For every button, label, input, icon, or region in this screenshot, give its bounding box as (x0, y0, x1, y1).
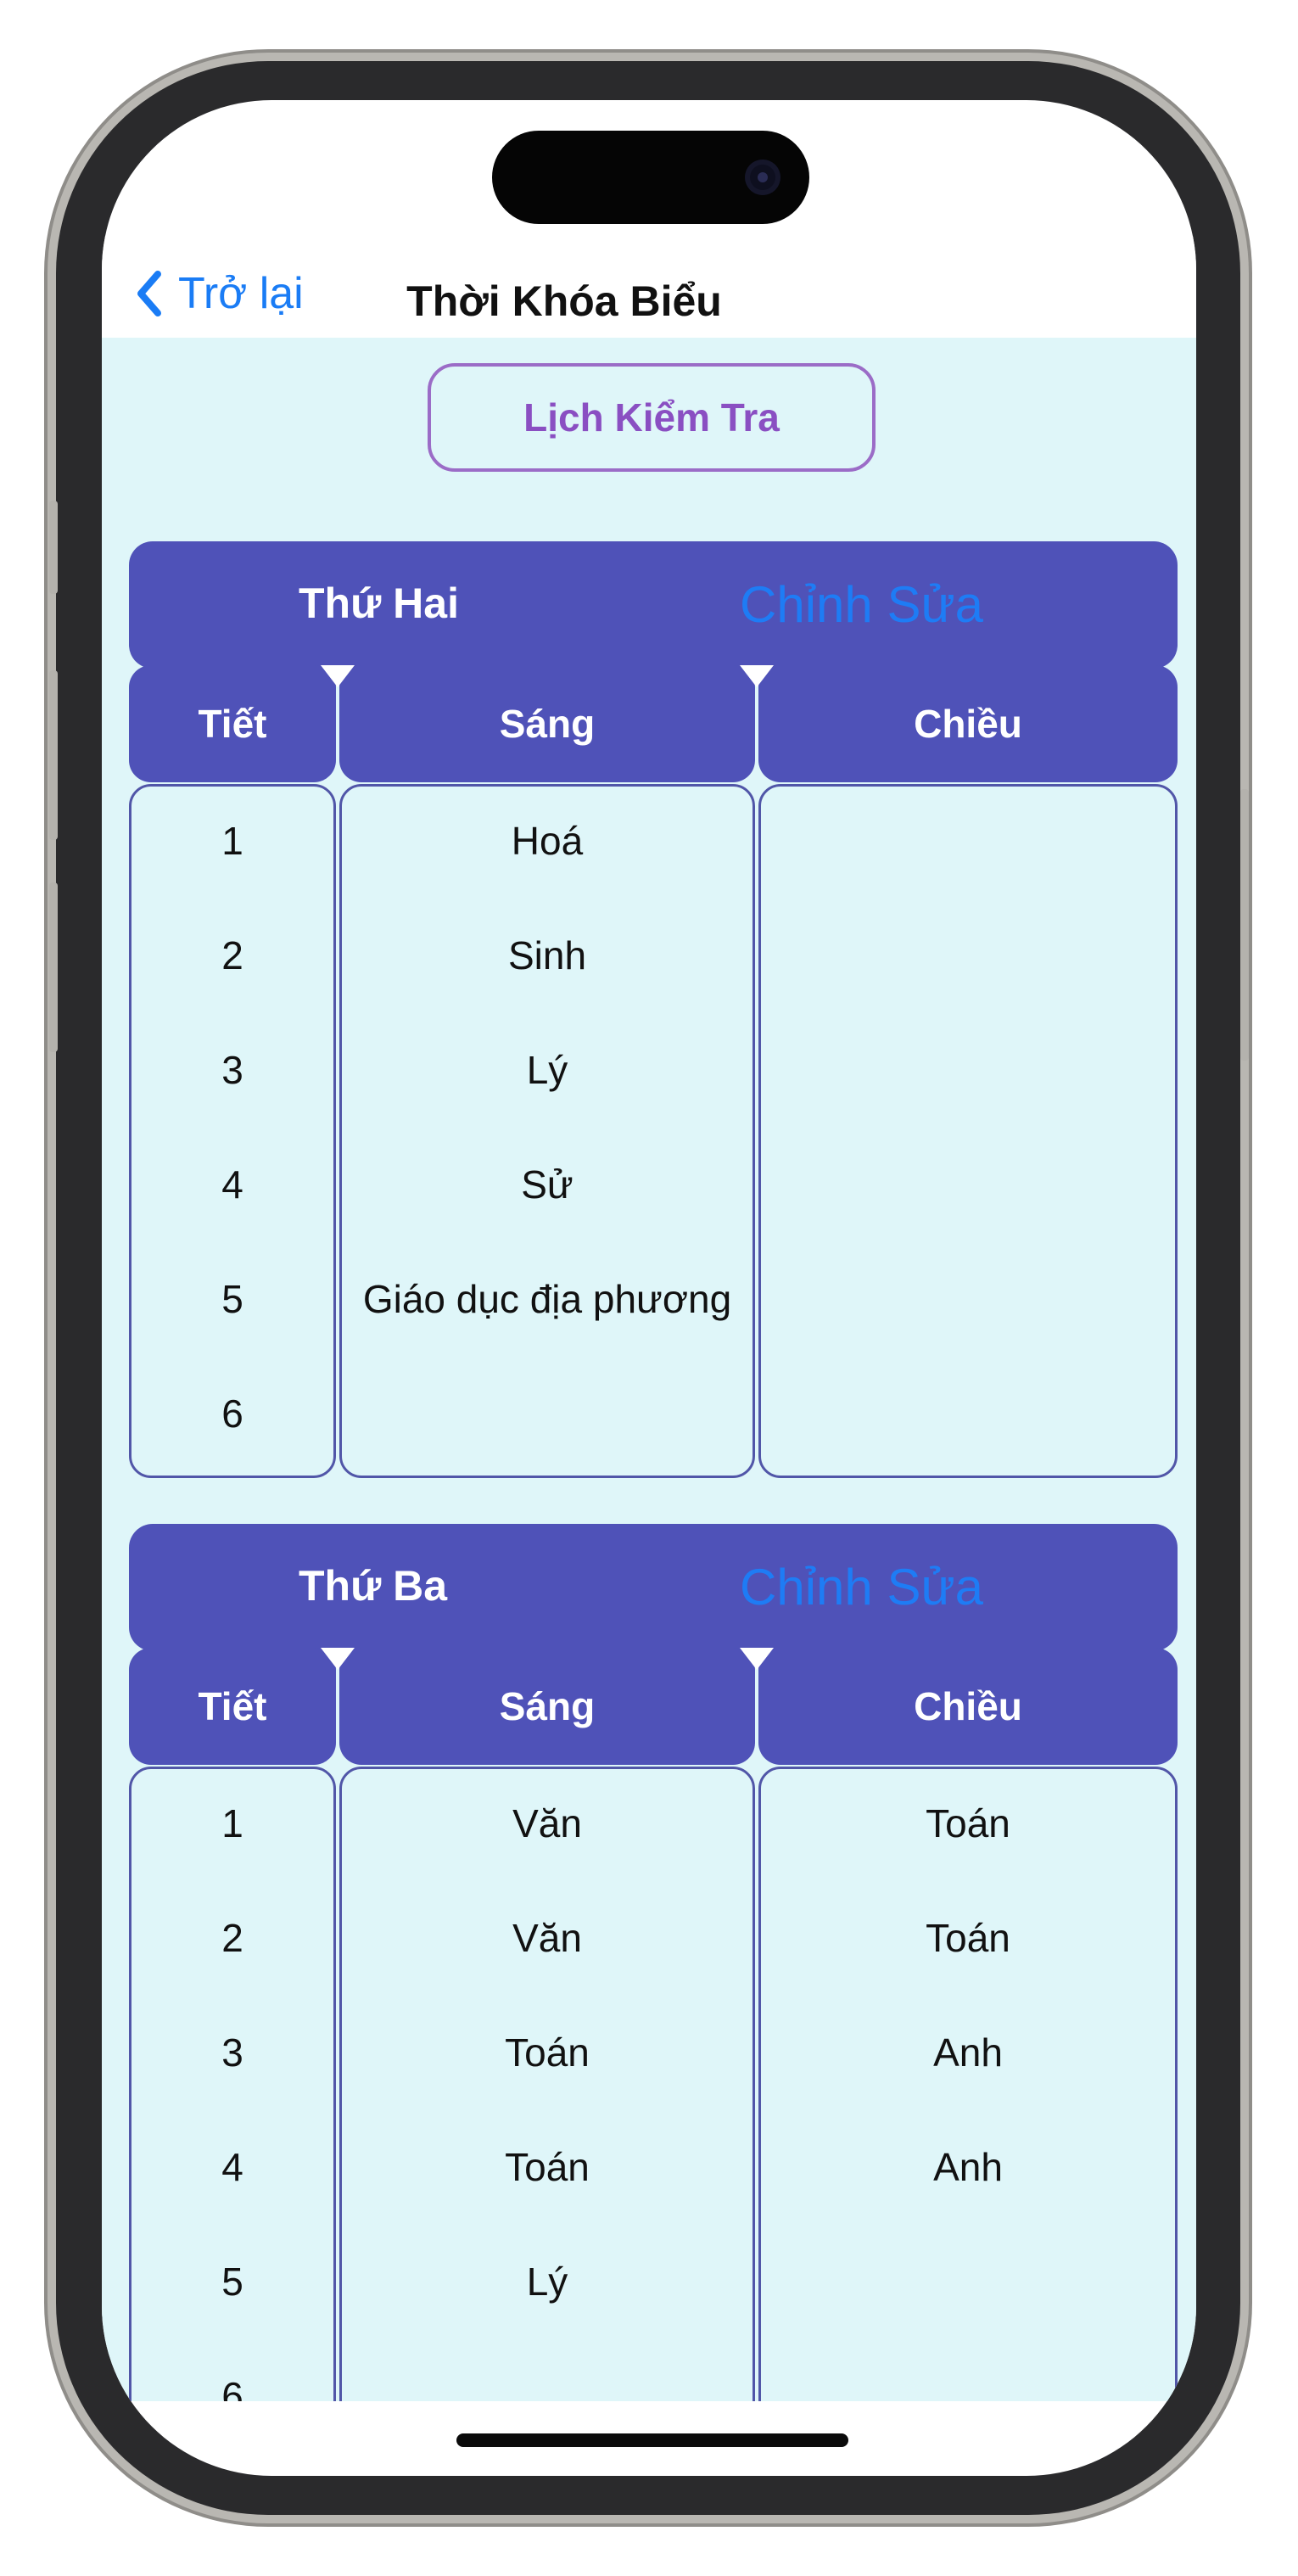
timetable-cell: 2 (221, 1916, 243, 1960)
column-body-period: 1 2 3 4 5 6 (129, 784, 336, 1478)
timetable-cell: Văn (512, 1916, 582, 1960)
camera-icon (745, 160, 780, 195)
timetable-cell: Văn (512, 1801, 582, 1845)
timetable-cell: 6 (221, 1392, 243, 1436)
column-header-morning: Sáng (339, 1648, 755, 1765)
timetable-cell: Lý (526, 1048, 568, 1092)
timetable-cell: 5 (221, 1277, 243, 1321)
timetable-cell: 3 (221, 2030, 243, 2075)
phone-screen: Trở lại Thời Khóa Biểu Lịch Kiểm Tra Thứ… (102, 100, 1196, 2476)
page-title: Thời Khóa Biểu (406, 277, 722, 325)
column-body-period: 1 2 3 4 5 6 (129, 1767, 336, 2401)
column-body-afternoon (758, 784, 1178, 1478)
timetable-cell: 1 (221, 819, 243, 863)
day-name: Thứ Ba (299, 1562, 448, 1610)
volume-down-button (49, 882, 58, 1052)
day-table: Thứ Ba Chỉnh Sửa Tiết 1 2 3 4 5 6 Sáng Văn Văn Toán T… (129, 1524, 1178, 2401)
timetable-cell: Toán (926, 1801, 1010, 1845)
column-header-afternoon: Chiều (758, 665, 1178, 782)
day-name: Thứ Hai (299, 580, 459, 627)
power-button (1240, 789, 1249, 1061)
timetable-cell: 1 (221, 1801, 243, 1845)
timetable-cell: 6 (221, 2374, 243, 2401)
column-header-period: Tiết (129, 665, 336, 782)
day-header: Thứ Hai Chỉnh Sửa (129, 541, 1178, 669)
column-body-morning: Văn Văn Toán Toán Lý (339, 1767, 755, 2401)
exam-schedule-button[interactable]: Lịch Kiểm Tra (428, 363, 876, 472)
timetable-cell: 4 (221, 2145, 243, 2189)
timetable-cell: Toán (926, 1916, 1010, 1960)
timetable-cell: Lý (526, 2260, 568, 2304)
timetable-cell: 5 (221, 2260, 243, 2304)
timetable-cell: Sinh (507, 933, 587, 977)
edit-button[interactable]: Chỉnh Sửa (740, 575, 983, 634)
column-body-afternoon: Toán Toán Anh Anh (758, 1767, 1178, 2401)
column-body-morning: Hoá Sinh Lý Sử Giáo dục địa phương (339, 784, 755, 1478)
header-divider-notch (740, 665, 774, 687)
day-table: Thứ Hai Chỉnh Sửa Tiết 1 2 3 4 5 6 Sáng Hoá Sinh Lý S… (129, 541, 1178, 1483)
navigation-bar: Trở lại Thời Khóa Biểu (102, 236, 1196, 338)
volume-up-button (49, 670, 58, 840)
timetable-cell: Anh (933, 2145, 1003, 2189)
header-divider-notch (321, 1648, 355, 1670)
day-header: Thứ Ba Chỉnh Sửa (129, 1524, 1178, 1651)
home-indicator[interactable] (456, 2433, 848, 2447)
column-header-morning: Sáng (339, 665, 755, 782)
timetable-cell: Toán (505, 2145, 590, 2189)
edit-button[interactable]: Chỉnh Sửa (740, 1558, 983, 1616)
timetable-cell: 4 (221, 1162, 243, 1207)
timetable-cell: 2 (221, 933, 243, 977)
header-divider-notch (321, 665, 355, 687)
timetable-cell: Hoá (511, 819, 584, 863)
timetable-content[interactable]: Lịch Kiểm Tra Thứ Hai Chỉnh Sửa Tiết 1 2 3 4 5 6… (102, 338, 1196, 2401)
timetable-cell: Anh (933, 2030, 1003, 2075)
column-header-afternoon: Chiều (758, 1648, 1178, 1765)
header-divider-notch (740, 1648, 774, 1670)
column-header-period: Tiết (129, 1648, 336, 1765)
timetable-cell: Toán (505, 2030, 590, 2075)
timetable-cell: Sử (521, 1162, 573, 1207)
timetable-cell: 3 (221, 1048, 243, 1092)
timetable-cell: Giáo dục địa phương (362, 1277, 732, 1321)
dynamic-island (492, 131, 809, 224)
mute-switch (49, 501, 58, 594)
